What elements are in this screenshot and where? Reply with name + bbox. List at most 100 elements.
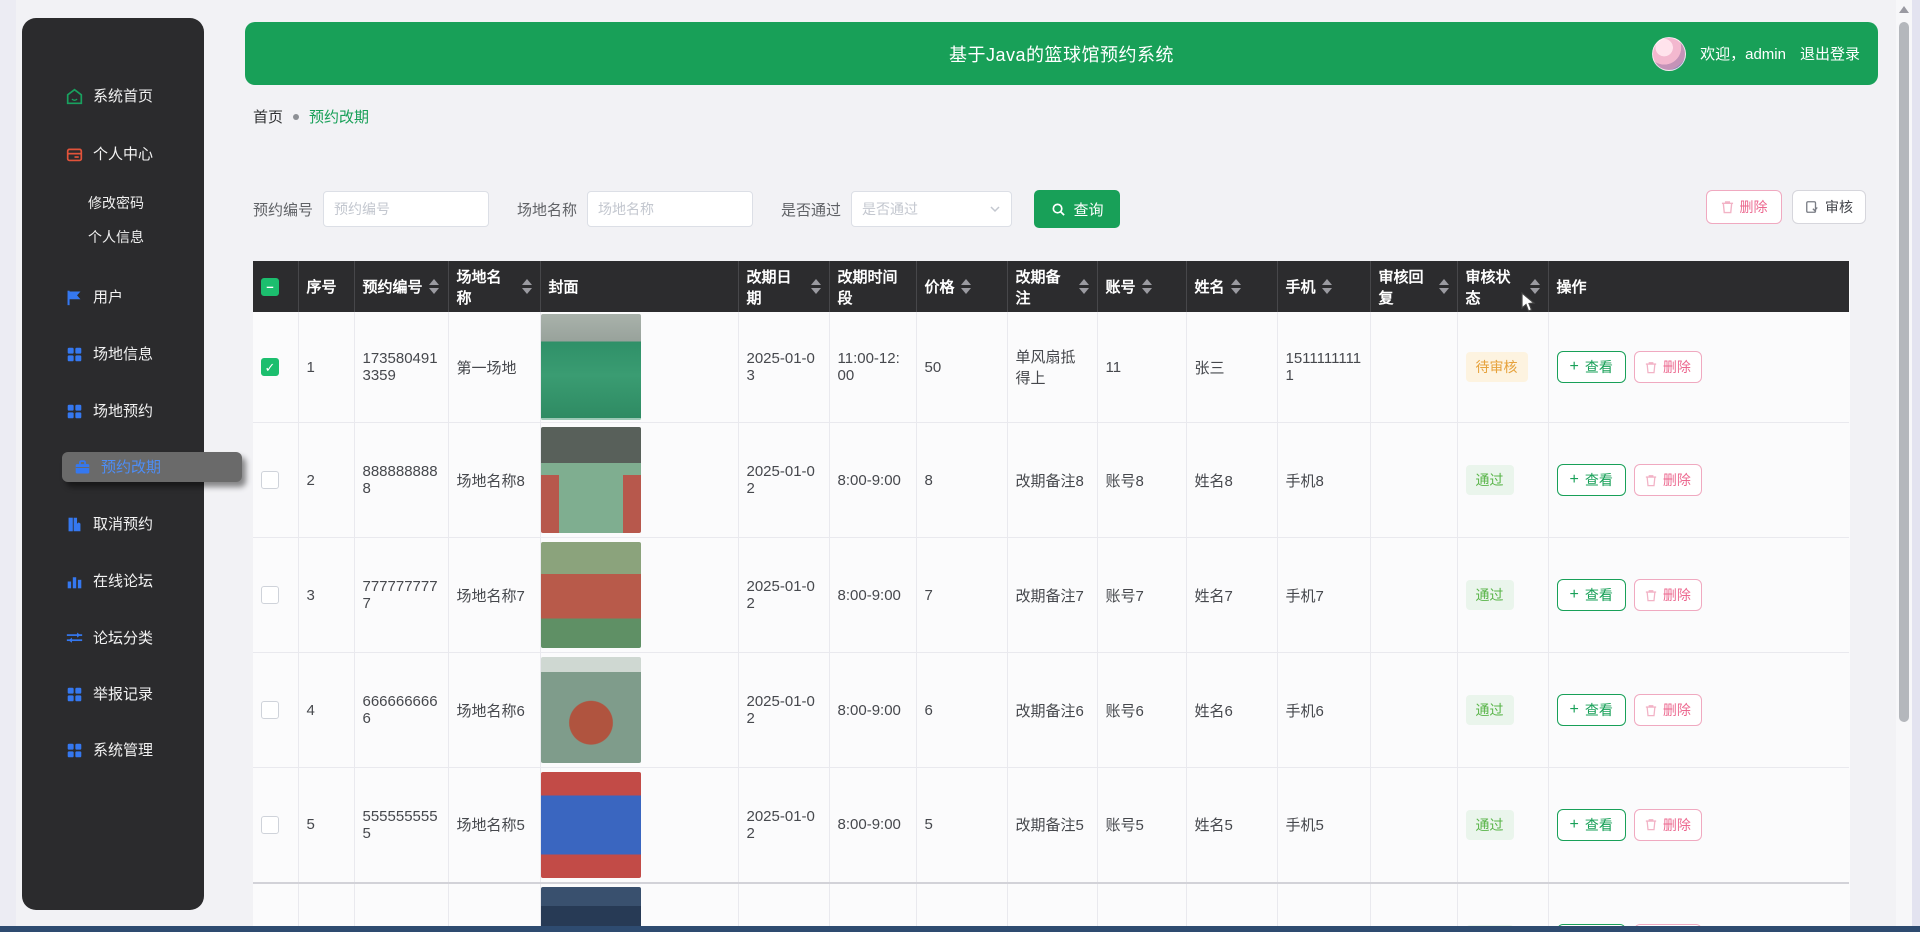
column-label: 改期时间段 <box>838 266 908 308</box>
cover-image[interactable] <box>541 542 641 648</box>
cell-price: 5 <box>916 768 1007 883</box>
row-delete-button[interactable]: 删除 <box>1634 579 1702 611</box>
status-badge: 通过 <box>1466 465 1514 495</box>
header-account[interactable]: 账号 <box>1097 261 1186 312</box>
sidebar-item-booking-reschedule[interactable]: 预约改期 <box>62 452 242 482</box>
cell-actions: 查看 删除 <box>1548 883 1849 927</box>
header-price[interactable]: 价格 <box>916 261 1007 312</box>
audit-doc-icon <box>1805 200 1819 214</box>
cell-seq: 6 <box>298 883 354 927</box>
delete-button-label: 删除 <box>1663 815 1691 835</box>
table-row: 2 8888888888 场地名称8 2025-01-02 8:00-9:00 … <box>253 423 1849 538</box>
row-delete-button[interactable]: 删除 <box>1634 351 1702 383</box>
header-name[interactable]: 姓名 <box>1186 261 1277 312</box>
header-reply[interactable]: 审核回复 <box>1370 261 1457 312</box>
row-delete-button[interactable]: 删除 <box>1634 809 1702 841</box>
sidebar-item-online-forum[interactable]: 在线论坛 <box>66 566 153 596</box>
sort-icon[interactable] <box>1231 279 1241 294</box>
sort-icon[interactable] <box>429 279 439 294</box>
sidebar-item-users[interactable]: 用户 <box>66 282 123 312</box>
sidebar-item-system-home[interactable]: 系统首页 <box>66 81 153 111</box>
sidebar-item-change-password[interactable]: 修改密码 <box>88 191 144 215</box>
trash-icon <box>1645 589 1657 602</box>
audit-button[interactable]: 审核 <box>1792 190 1866 224</box>
page-scrollbar-thumb[interactable] <box>1899 22 1909 722</box>
cell-reply <box>1370 768 1457 883</box>
view-button[interactable]: 查看 <box>1557 464 1626 496</box>
cell-name: 姓名7 <box>1186 538 1277 653</box>
row-checkbox[interactable] <box>261 358 279 376</box>
sidebar-item-label: 系统管理 <box>93 743 153 758</box>
sort-icon[interactable] <box>522 279 532 294</box>
sidebar-item-cancel-booking[interactable]: 取消预约 <box>66 509 153 539</box>
sort-icon[interactable] <box>1439 279 1449 294</box>
scrollbar-up-arrow-icon[interactable] <box>1899 6 1909 13</box>
search-icon <box>1051 202 1066 217</box>
view-button-label: 查看 <box>1585 357 1613 377</box>
row-delete-button[interactable]: 删除 <box>1634 464 1702 496</box>
view-button[interactable]: 查看 <box>1557 694 1626 726</box>
header-booking-no[interactable]: 预约编号 <box>354 261 448 312</box>
user-avatar[interactable] <box>1652 37 1686 71</box>
cover-image[interactable] <box>541 657 641 763</box>
view-button[interactable]: 查看 <box>1557 809 1626 841</box>
row-delete-button[interactable]: 删除 <box>1634 924 1702 926</box>
column-label: 改期日期 <box>747 266 805 308</box>
sidebar-item-report-records[interactable]: 举报记录 <box>66 679 153 709</box>
sort-icon[interactable] <box>1079 279 1089 294</box>
column-label: 价格 <box>925 276 955 297</box>
header-seq: 序号 <box>298 261 354 312</box>
sliders-icon <box>66 630 83 647</box>
cell-reply <box>1370 312 1457 423</box>
header-venue[interactable]: 场地名称 <box>448 261 540 312</box>
sidebar-item-forum-category[interactable]: 论坛分类 <box>66 623 153 653</box>
sort-icon[interactable] <box>961 279 971 294</box>
cover-image[interactable] <box>541 427 641 533</box>
cell-date: 2025-01-02 <box>738 538 829 653</box>
cell-price: 7 <box>916 538 1007 653</box>
bulk-delete-button[interactable]: 删除 <box>1706 190 1782 224</box>
cell-account: 账号6 <box>1097 653 1186 768</box>
row-checkbox[interactable] <box>261 471 279 489</box>
sidebar-item-personal-info[interactable]: 个人信息 <box>88 225 144 249</box>
cell-account: 账号5 <box>1097 768 1186 883</box>
sidebar-item-venue-booking[interactable]: 场地预约 <box>66 396 153 426</box>
header-phone[interactable]: 手机 <box>1277 261 1370 312</box>
cell-status: 通过 <box>1457 653 1548 768</box>
sidebar-item-venue-info[interactable]: 场地信息 <box>66 339 153 369</box>
sort-icon[interactable] <box>811 279 821 294</box>
cell-select <box>253 768 298 883</box>
view-button[interactable]: 查看 <box>1557 924 1626 926</box>
sort-icon[interactable] <box>1322 279 1332 294</box>
cell-note: 改期备注5 <box>1007 768 1097 883</box>
cover-image[interactable] <box>541 314 641 420</box>
briefcase-icon <box>74 459 91 476</box>
booking-no-input[interactable] <box>323 191 489 227</box>
select-all-checkbox[interactable] <box>261 278 279 296</box>
view-button[interactable]: 查看 <box>1557 579 1626 611</box>
header-date[interactable]: 改期日期 <box>738 261 829 312</box>
sidebar-item-personal-center[interactable]: 个人中心 <box>66 139 153 169</box>
sort-icon[interactable] <box>1142 279 1152 294</box>
row-delete-button[interactable]: 删除 <box>1634 694 1702 726</box>
cell-venue: 场地名称5 <box>448 768 540 883</box>
pass-select[interactable]: 是否通过 <box>851 191 1012 227</box>
venue-name-input[interactable] <box>587 191 753 227</box>
trash-icon <box>1645 361 1657 374</box>
view-button-label: 查看 <box>1585 700 1613 720</box>
sidebar-item-label: 举报记录 <box>93 687 153 702</box>
sidebar-item-label: 预约改期 <box>101 460 161 475</box>
row-checkbox[interactable] <box>261 701 279 719</box>
row-checkbox[interactable] <box>261 816 279 834</box>
breadcrumb-home[interactable]: 首页 <box>253 106 283 127</box>
logout-link[interactable]: 退出登录 <box>1800 43 1860 64</box>
header-note[interactable]: 改期备注 <box>1007 261 1097 312</box>
search-button[interactable]: 查询 <box>1034 190 1120 228</box>
sidebar-item-system-management[interactable]: 系统管理 <box>66 735 153 765</box>
cover-image[interactable] <box>541 887 641 926</box>
breadcrumb-current: 预约改期 <box>309 106 369 127</box>
row-checkbox[interactable] <box>261 586 279 604</box>
cell-timeslot: 11:00-12:00 <box>829 312 916 423</box>
view-button[interactable]: 查看 <box>1557 351 1626 383</box>
cover-image[interactable] <box>541 772 641 878</box>
